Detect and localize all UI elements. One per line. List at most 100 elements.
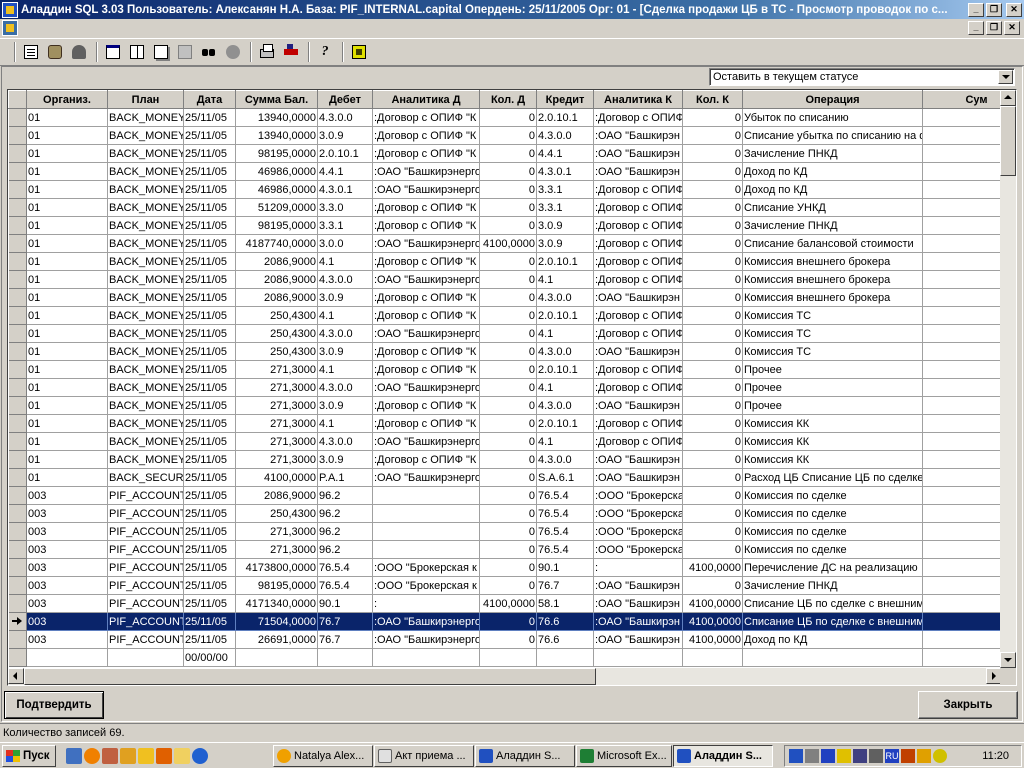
table-cell[interactable]: PIF_ACCOUNT — [107, 630, 184, 649]
table-cell[interactable]: PIF_ACCOUNT — [107, 558, 184, 577]
table-cell[interactable]: Комиссия внешнего брокера — [742, 252, 923, 271]
scroll-up-button[interactable] — [1000, 90, 1016, 106]
table-cell[interactable]: 26691,0000 — [235, 630, 318, 649]
row-indicator[interactable] — [8, 108, 27, 127]
row-indicator[interactable] — [8, 594, 27, 613]
table-cell[interactable]: :ОАО "Башкирэнерго — [372, 612, 480, 631]
table-cell[interactable]: 4.4.1 — [317, 162, 373, 181]
table-cell[interactable]: 981 — [922, 216, 1002, 235]
monitor-icon[interactable] — [853, 749, 867, 763]
table-cell[interactable]: 4.3.0.0 — [536, 450, 594, 469]
table-cell[interactable]: 4.3.0.0 — [536, 126, 594, 145]
table-cell[interactable]: 46986,0000 — [235, 162, 318, 181]
table-cell[interactable]: Комиссия по сделке — [742, 540, 923, 559]
table-cell[interactable]: Прочее — [742, 360, 923, 379]
table-cell[interactable]: 3.0.9 — [536, 216, 594, 235]
table-cell[interactable]: 003 — [26, 612, 108, 631]
table-cell[interactable]: :Договор с ОПИФ "К — [372, 396, 480, 415]
network-icon[interactable] — [789, 749, 803, 763]
table-cell[interactable]: 76.7 — [536, 576, 594, 595]
table-cell[interactable]: 51209,0000 — [235, 198, 318, 217]
table-cell[interactable]: 01 — [26, 252, 108, 271]
table-cell[interactable]: :ОАО "Башкирэнерго — [372, 432, 480, 451]
table-cell[interactable]: :Договор с ОПИФ "К — [372, 108, 480, 127]
table-cell[interactable]: 715 — [922, 612, 1002, 631]
table-cell[interactable]: 76.7 — [317, 630, 373, 649]
table-cell[interactable]: 25/11/05 — [183, 288, 236, 307]
table-cell[interactable]: :ООО "Брокерская к — [372, 576, 480, 595]
table-row[interactable]: 01 BACK_MONEY 25/11/05 13940,0000 4.3.0.0:До… — [8, 108, 1002, 127]
table-cell[interactable]: BACK_MONEY — [107, 162, 184, 181]
table-row[interactable]: 01 BACK_MONEY 25/11/05 271,3000 3.0.9:Догово… — [8, 450, 1002, 469]
scroll-down-button[interactable] — [1000, 652, 1016, 668]
table-cell[interactable]: 96.2 — [317, 540, 373, 559]
table-cell[interactable]: 76.5.4 — [536, 486, 594, 505]
table-cell[interactable]: 0 — [479, 378, 537, 397]
table-row[interactable]: 01 BACK_MONEY 25/11/05 98195,0000 2.0.10.1:Д… — [8, 144, 1002, 163]
table-row[interactable]: 01 BACK_MONEY 25/11/05 250,4300 3.0.9:Догово… — [8, 342, 1002, 361]
table-cell[interactable]: 003 — [26, 576, 108, 595]
table-cell[interactable]: 01 — [26, 396, 108, 415]
table-cell[interactable]: Комиссия ТС — [742, 324, 923, 343]
pencil-icon[interactable] — [120, 748, 136, 764]
table-cell[interactable]: BACK_MONEY — [107, 108, 184, 127]
table-cell[interactable]: 01 — [26, 144, 108, 163]
table-cell[interactable]: Комиссия внешнего брокера — [742, 288, 923, 307]
table-cell[interactable]: 0 — [479, 630, 537, 649]
table-row[interactable]: 01 BACK_MONEY 25/11/05 271,3000 4.3.0.0:ОАО … — [8, 432, 1002, 451]
table-cell[interactable]: 4100,0000 — [479, 594, 537, 613]
entries-grid[interactable]: Организ. План Дата Сумма Бал. Дебет Аналитика… — [7, 89, 1017, 686]
table-cell[interactable]: 25/11/05 — [183, 522, 236, 541]
table-cell[interactable]: :ООО "Брокерская к — [372, 558, 480, 577]
table-cell[interactable]: 0 — [682, 234, 743, 253]
table-cell[interactable]: 0 — [682, 270, 743, 289]
table-cell[interactable]: Комиссия внешнего брокера — [742, 270, 923, 289]
table-cell[interactable]: 4.3.0.0 — [536, 342, 594, 361]
table-cell[interactable]: PIF_ACCOUNT — [107, 576, 184, 595]
table-cell[interactable]: 25/11/05 — [183, 468, 236, 487]
table-cell[interactable] — [107, 648, 184, 667]
table-cell[interactable]: PIF_ACCOUNT — [107, 594, 184, 613]
table-cell[interactable]: 271,3000 — [235, 522, 318, 541]
table-cell[interactable]: 25/11/05 — [183, 162, 236, 181]
minimize-button[interactable]: _ — [968, 2, 984, 17]
table-cell[interactable]: 01 — [26, 306, 108, 325]
table-cell[interactable]: BACK_MONEY — [107, 396, 184, 415]
table-cell[interactable]: 4.1 — [536, 270, 594, 289]
scroll-left-button[interactable] — [8, 668, 24, 684]
column-header[interactable]: Кол. К — [682, 90, 743, 109]
table-cell[interactable]: :Договор с ОПИФ — [593, 252, 683, 271]
table-cell[interactable]: :Договор с ОПИФ — [593, 108, 683, 127]
table-cell[interactable]: Списание убытка по списанию на фонды — [742, 126, 923, 145]
table-cell[interactable]: 01 — [26, 360, 108, 379]
table-cell[interactable]: 0 — [479, 198, 537, 217]
security-icon[interactable] — [837, 749, 851, 763]
column-header[interactable]: Дебет — [317, 90, 373, 109]
document-icon[interactable] — [20, 41, 42, 63]
table-cell[interactable]: 4.1 — [536, 324, 594, 343]
table-cell[interactable]: 0 — [682, 414, 743, 433]
row-indicator[interactable] — [8, 450, 27, 469]
table-cell[interactable]: 4.3.0.0 — [536, 396, 594, 415]
cascade-icon[interactable] — [150, 41, 172, 63]
table-cell[interactable]: :ОАО "Башкирэнерго — [372, 378, 480, 397]
table-cell[interactable]: 0 — [682, 378, 743, 397]
table-cell[interactable]: BACK_MONEY — [107, 144, 184, 163]
table-row[interactable]: 01 BACK_MONEY 25/11/05 46986,0000 4.3.0.1:ОА… — [8, 180, 1002, 199]
table-cell[interactable]: 0 — [479, 288, 537, 307]
table-cell[interactable]: 98195,0000 — [235, 576, 318, 595]
table-cell[interactable]: 4171 — [922, 594, 1002, 613]
child-restore-button[interactable]: ❐ — [986, 21, 1002, 35]
table-cell[interactable]: 2 — [922, 378, 1002, 397]
table-cell[interactable]: 4.3.0.0 — [536, 288, 594, 307]
folder-icon[interactable] — [138, 748, 154, 764]
table-cell[interactable]: 25/11/05 — [183, 216, 236, 235]
browser-icon[interactable] — [84, 748, 100, 764]
vertical-scrollbar[interactable] — [1000, 90, 1016, 668]
table-cell[interactable]: 0 — [682, 522, 743, 541]
table-cell[interactable]: :Договор с ОПИФ "К — [372, 342, 480, 361]
table-cell[interactable]: 4.1 — [536, 432, 594, 451]
table-cell[interactable]: 20 — [922, 252, 1002, 271]
table-cell[interactable]: 25/11/05 — [183, 576, 236, 595]
table-cell[interactable]: Зачисление ПНКД — [742, 216, 923, 235]
